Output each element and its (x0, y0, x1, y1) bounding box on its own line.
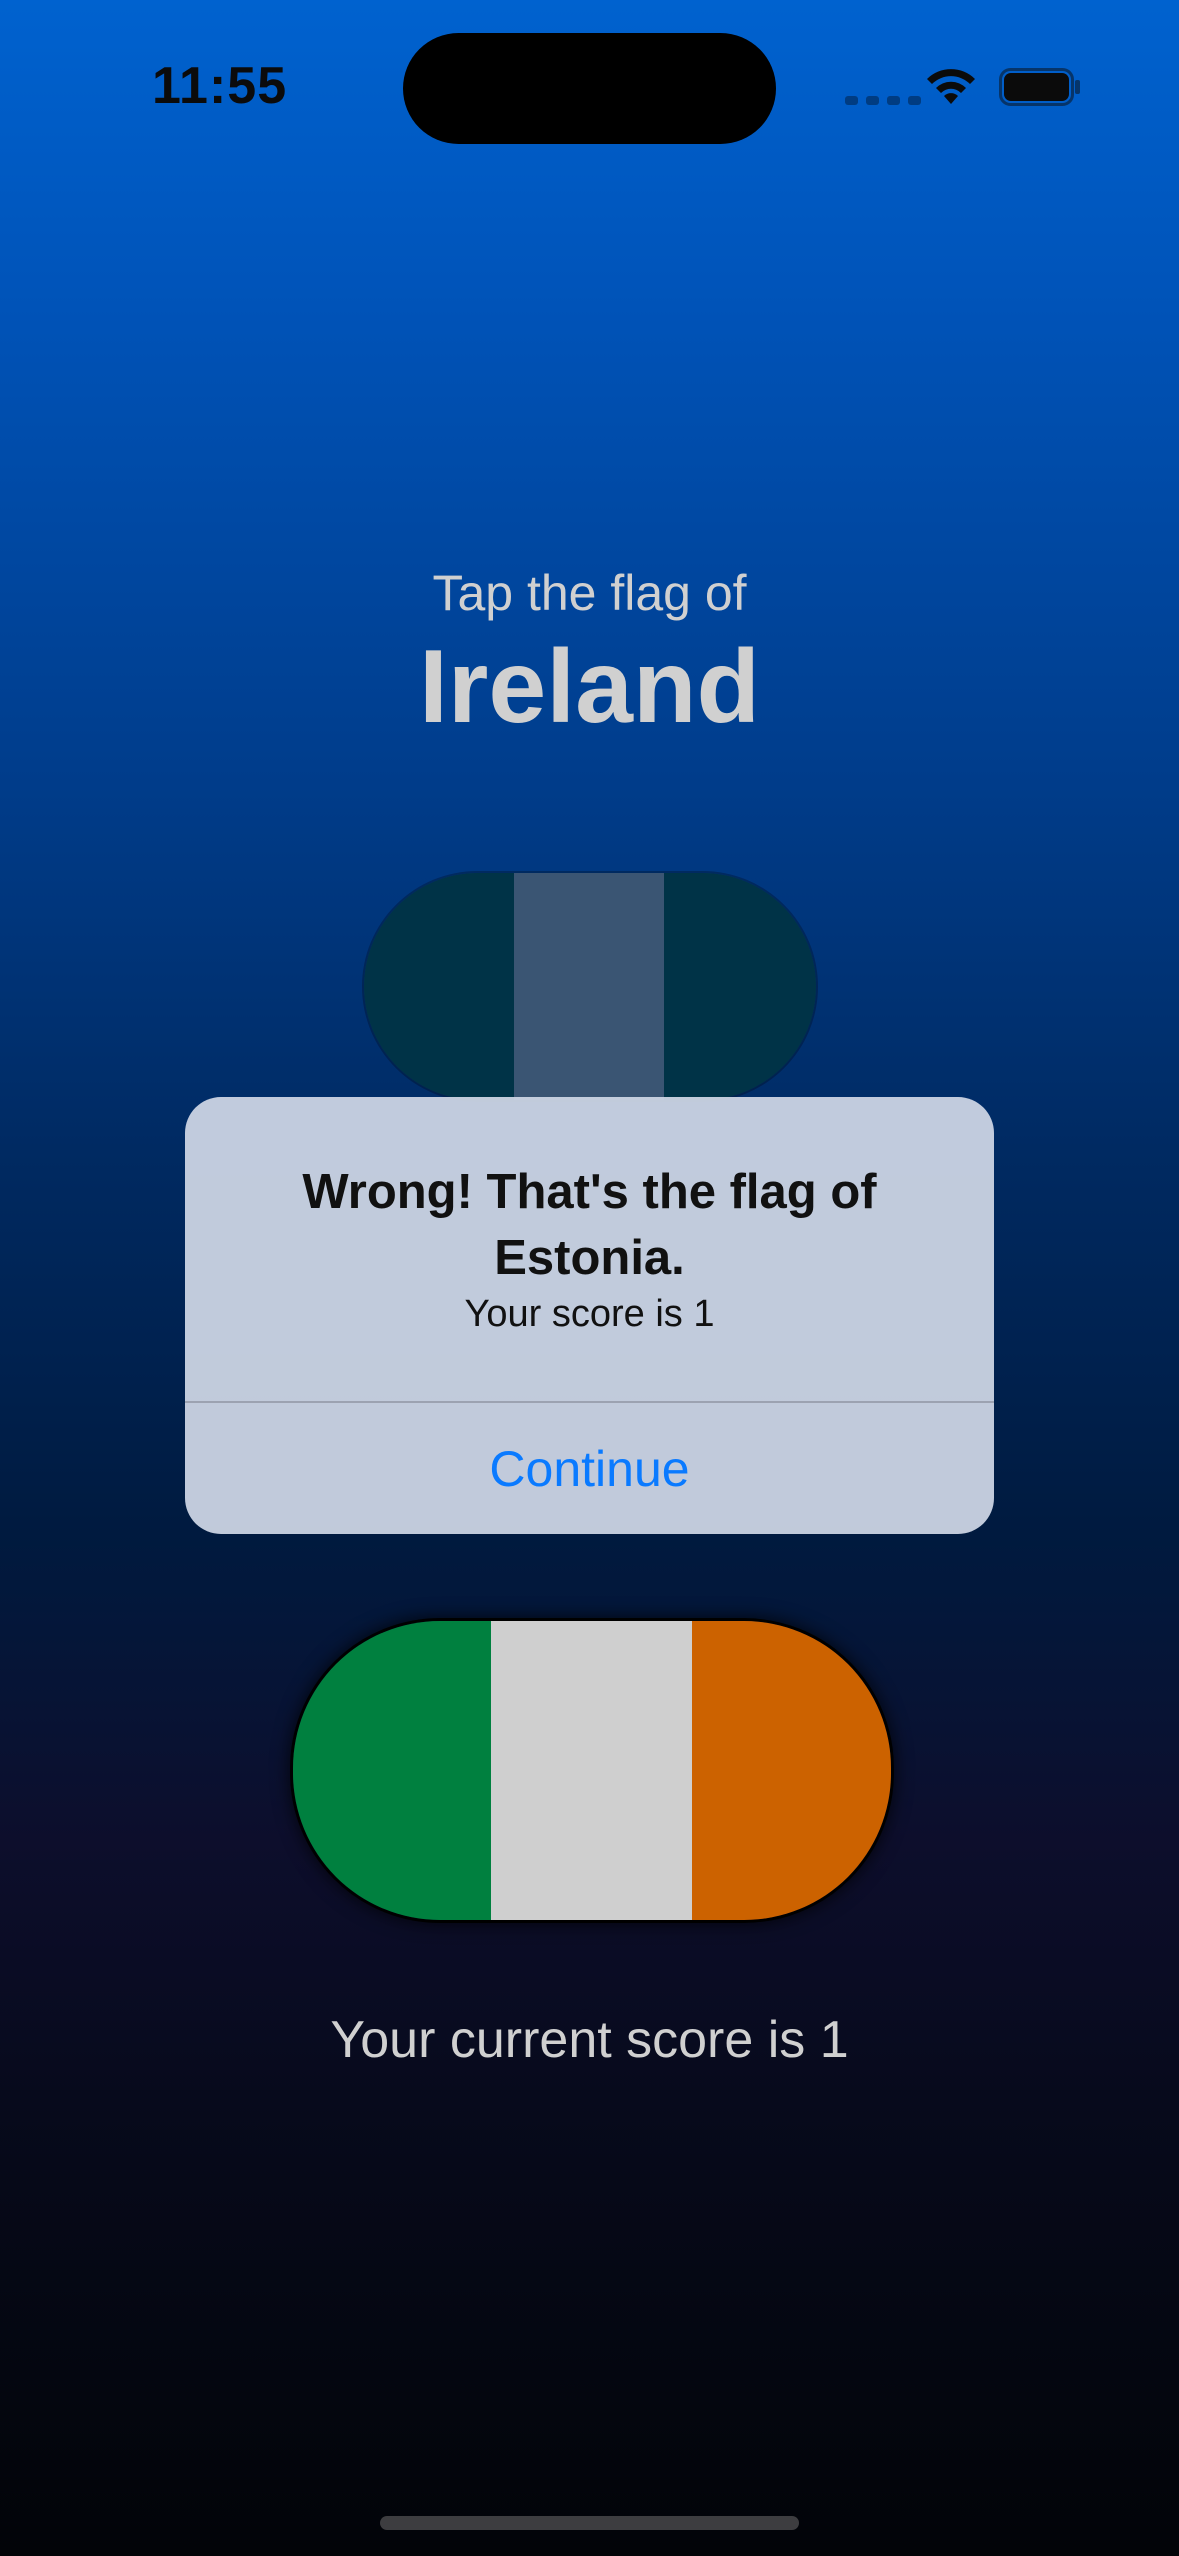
flag-stripe (491, 1621, 692, 1920)
flag-stripe (514, 873, 664, 1100)
continue-button[interactable]: Continue (185, 1403, 994, 1534)
flag-button-estonia[interactable] (364, 873, 816, 1100)
battery-icon (999, 68, 1080, 106)
score-label: Your current score is 1 (330, 2011, 849, 2069)
home-indicator[interactable] (380, 2516, 799, 2530)
status-time: 11:55 (152, 57, 288, 115)
alert-dialog: Wrong! That's the flag of Estonia. Your … (185, 1097, 994, 1534)
prompt-label: Tap the flag of (432, 565, 747, 621)
cellular-signal-icon (845, 96, 921, 105)
flag-stripe (364, 873, 514, 1100)
country-title: Ireland (419, 629, 760, 745)
dynamic-island (403, 33, 776, 144)
wifi-icon (927, 69, 975, 104)
flag-stripe (692, 1621, 891, 1920)
flag-stripe (664, 873, 816, 1100)
flag-button-ireland[interactable] (290, 1618, 894, 1923)
flag-stripe (293, 1621, 491, 1920)
alert-message: Your score is 1 (464, 1293, 715, 1335)
alert-title: Wrong! That's the flag of Estonia. (302, 1165, 877, 1285)
